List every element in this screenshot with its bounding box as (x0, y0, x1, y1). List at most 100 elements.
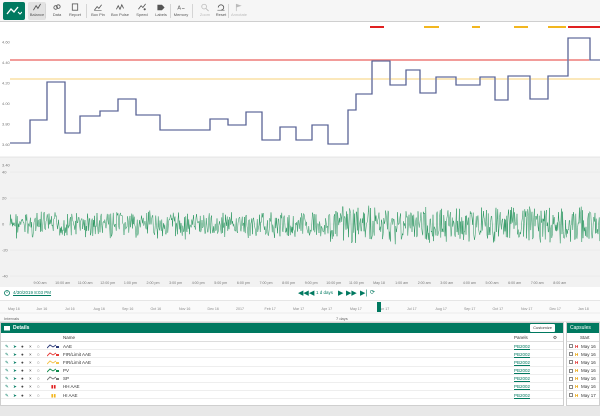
series-panel-link[interactable]: PB2002 (514, 368, 530, 373)
trend-chart[interactable]: 4.604.404.204.003.803.603.4040200-20-409… (0, 22, 600, 287)
start-date-link[interactable]: 4/30/2019 8:03 PM (13, 290, 51, 295)
details-row[interactable]: ✎ ➤ ● × ○ ▮▮ HI AAE PB2002 (1, 391, 563, 400)
pin-icon[interactable]: ➤ (13, 384, 17, 390)
flag-icon (235, 3, 242, 12)
capsule-checkbox[interactable] (569, 344, 573, 348)
edit-icon[interactable]: ✎ (5, 368, 9, 374)
capsule-checkbox[interactable] (569, 368, 573, 373)
details-header: Details Customize (1, 323, 563, 333)
visibility-icon[interactable]: ○ (37, 368, 40, 373)
remove-icon[interactable]: × (29, 360, 32, 365)
info-icon[interactable]: ● (21, 360, 24, 365)
series-panel-link[interactable]: PB2002 (514, 393, 530, 398)
info-icon[interactable]: ● (21, 368, 24, 373)
time-controls: 4/30/2019 8:03 PM ◀◀ ◀ 1 d days ▶ ▶▶ ▶| … (0, 287, 600, 300)
time-axis-label: 7:00 pm (260, 281, 273, 285)
column-panels[interactable]: Panels (514, 335, 528, 340)
visibility-icon[interactable]: ○ (37, 352, 40, 357)
info-icon[interactable]: ● (21, 344, 24, 349)
series-panel-link[interactable]: PB2002 (514, 360, 530, 365)
pin-icon[interactable]: ➤ (13, 368, 17, 374)
step-forward-button[interactable]: ▶▶ (346, 289, 357, 297)
refresh-icon[interactable]: ⟳ (370, 289, 375, 296)
capsule-checkbox[interactable] (569, 352, 573, 357)
step-back-button[interactable]: ◀◀ (298, 289, 309, 297)
toolbar-speed-button[interactable]: Speed (133, 2, 151, 20)
remove-icon[interactable]: × (29, 384, 32, 389)
toolbar-annotate-button[interactable]: Annotate (230, 2, 248, 20)
visibility-icon[interactable]: ○ (37, 360, 40, 365)
step-forward-small-button[interactable]: ▶ (338, 289, 343, 297)
edit-icon[interactable]: ✎ (5, 360, 9, 366)
details-row[interactable]: ✎ ➤ ● × ○ FIR/Limit AAE PB2002 (1, 358, 563, 367)
info-icon[interactable]: ● (21, 352, 24, 357)
column-settings-icon[interactable]: ⚙ (553, 335, 557, 341)
series-panel-link[interactable]: PB2002 (514, 376, 530, 381)
visibility-icon[interactable]: ○ (37, 393, 40, 398)
remove-icon[interactable]: × (29, 393, 32, 398)
time-axis-label: May 18 (373, 281, 385, 285)
remove-icon[interactable]: × (29, 376, 32, 381)
capsule-checkbox[interactable] (569, 384, 573, 389)
visibility-icon[interactable]: ○ (37, 384, 40, 389)
customize-button[interactable]: Customize (530, 324, 555, 332)
toolbar-box-pin-button[interactable]: Box Pin (89, 2, 107, 20)
capsule-row[interactable]: H May 16 (567, 367, 599, 375)
series-swatch-icon (47, 368, 59, 373)
edit-icon[interactable]: ✎ (5, 376, 9, 382)
series-panel-link[interactable]: PB2002 (514, 384, 530, 389)
edit-icon[interactable]: ✎ (5, 352, 9, 358)
duration-link[interactable]: 1 d days (316, 290, 333, 295)
pin-icon[interactable]: ➤ (13, 393, 17, 399)
remove-icon[interactable]: × (29, 368, 32, 373)
trend-view-button[interactable] (3, 2, 25, 20)
pin-icon[interactable]: ➤ (13, 352, 17, 358)
details-row[interactable]: ✎ ➤ ● × ○ ▮▮ HH AAE PB2002 (1, 383, 563, 392)
toolbar-labels-button[interactable]: Labels (152, 2, 170, 20)
capsule-row[interactable]: H May 17 (567, 391, 599, 400)
capsule-row[interactable]: H May 16 (567, 383, 599, 392)
capsule-tag: H (575, 351, 579, 357)
pin-icon[interactable]: ➤ (13, 344, 17, 350)
info-icon[interactable]: ● (21, 393, 24, 398)
capsule-row[interactable]: H May 16 (567, 358, 599, 367)
edit-icon[interactable]: ✎ (5, 344, 9, 350)
pin-icon[interactable]: ➤ (13, 360, 17, 366)
edit-icon[interactable]: ✎ (5, 393, 9, 399)
remove-icon[interactable]: × (29, 344, 32, 349)
series-panel-link[interactable]: PB2002 (514, 344, 530, 349)
details-row[interactable]: ✎ ➤ ● × ○ SP PB2002 (1, 375, 563, 383)
details-row[interactable]: ✎ ➤ ● × ○ PV PB2002 (1, 367, 563, 375)
toolbar-report-button[interactable]: Report (66, 2, 84, 20)
details-row[interactable]: ✎ ➤ ● × ○ AAE PB2002 (1, 342, 563, 351)
edit-icon[interactable]: ✎ (5, 384, 9, 390)
toolbar-balance-button[interactable]: Balance (28, 2, 46, 20)
series-panel-link[interactable]: PB2002 (514, 352, 530, 357)
toolbar-data-button[interactable]: Data (48, 2, 66, 20)
capsule-checkbox[interactable] (569, 360, 573, 365)
time-navigator[interactable]: May 16 Jun 16 Jul 16 Aug 16 Sep 16 Oct 16 Nov … (0, 300, 600, 322)
column-start[interactable]: Start (580, 335, 590, 340)
capsule-checkbox[interactable] (569, 376, 573, 381)
visibility-icon[interactable]: ○ (37, 376, 40, 381)
time-axis-label: 1:00 pm (124, 281, 137, 285)
capsule-start: May 16 (581, 351, 596, 357)
details-row[interactable]: ✎ ➤ ● × ○ FIR/Limit AAE PB2002 (1, 350, 563, 359)
lower-axis-tick-label: 40 (2, 170, 7, 175)
pin-icon[interactable]: ➤ (13, 376, 17, 382)
column-name[interactable]: Name (63, 335, 75, 340)
capsule-row[interactable]: H May 16 (567, 375, 599, 383)
info-icon[interactable]: ● (21, 376, 24, 381)
capsule-checkbox[interactable] (569, 393, 573, 398)
info-icon[interactable]: ● (21, 384, 24, 389)
toolbar-box-pulse-button[interactable]: Box Pulse (111, 2, 129, 20)
toolbar-memory-button[interactable]: A Memory (172, 2, 190, 20)
visibility-icon[interactable]: ○ (37, 344, 40, 349)
capsule-row[interactable]: H May 16 (567, 342, 599, 351)
trend-chart-icon (6, 6, 22, 15)
step-back-small-button[interactable]: ◀ (309, 289, 314, 297)
remove-icon[interactable]: × (29, 352, 32, 357)
report-icon (71, 3, 79, 11)
jump-now-button[interactable]: ▶| (360, 289, 367, 297)
capsule-row[interactable]: H May 16 (567, 350, 599, 359)
